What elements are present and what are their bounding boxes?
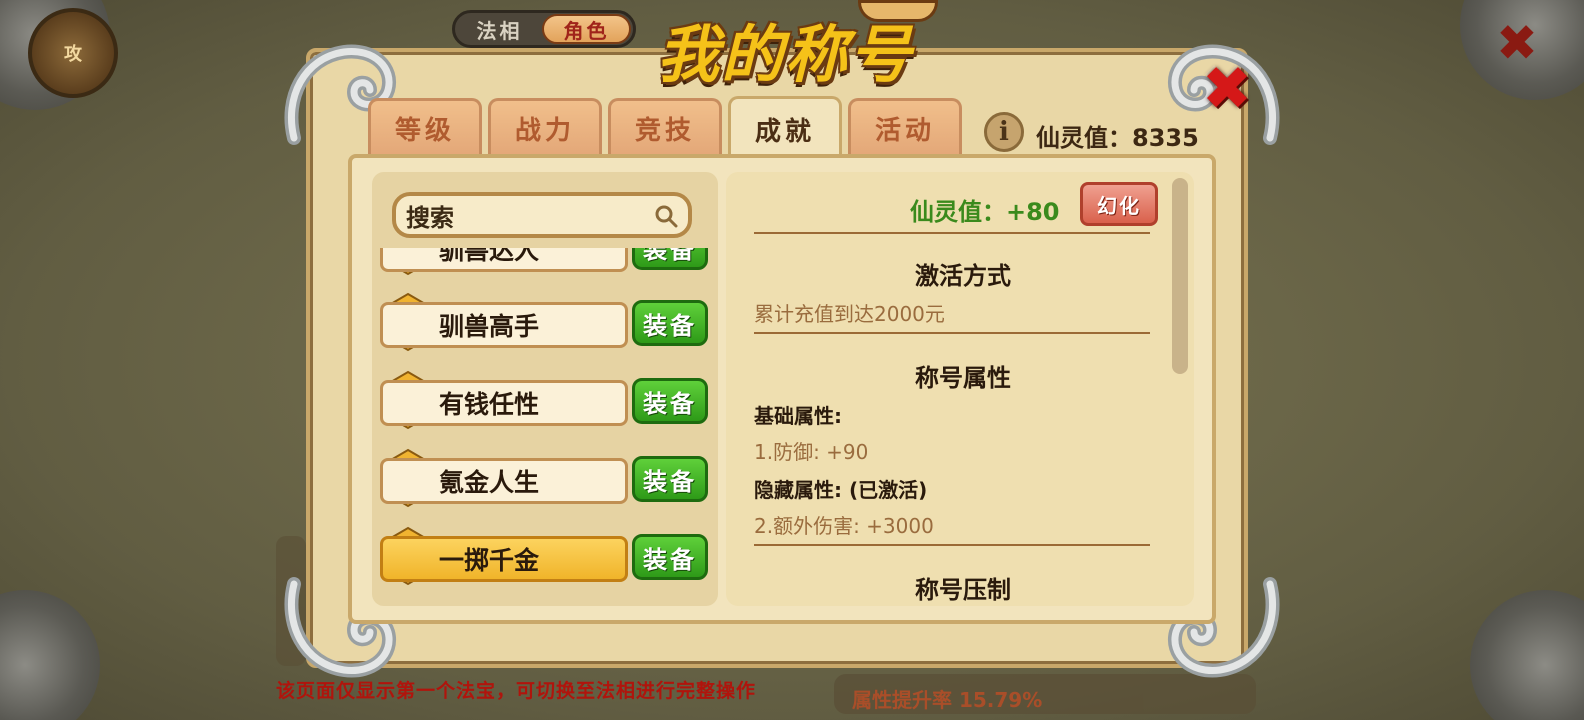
base-attribute-value: 1.防御: +90	[754, 440, 869, 464]
list-item[interactable]: 驯兽高手 装备	[380, 292, 710, 352]
mode-toggle-role[interactable]: 角色	[542, 14, 631, 44]
activation-title: 激活方式	[915, 262, 1011, 290]
hidden-attribute-value: 2.额外伤害: +3000	[754, 514, 934, 538]
divider	[754, 544, 1150, 546]
tab-level[interactable]: 等级	[368, 98, 482, 156]
tab-arena[interactable]: 竞技	[608, 98, 722, 156]
tab-power[interactable]: 战力	[488, 98, 602, 156]
equip-button[interactable]: 装备	[632, 456, 708, 502]
divider	[754, 332, 1150, 334]
search-input[interactable]: 搜索	[392, 192, 692, 238]
base-attribute-label: 基础属性:	[754, 404, 842, 428]
search-icon[interactable]	[654, 204, 678, 228]
divider	[754, 232, 1150, 234]
mode-toggle-faxiang[interactable]: 法相	[457, 14, 542, 44]
close-icon[interactable]: ✖	[1200, 59, 1254, 119]
book-icon-label: 攻	[64, 44, 82, 65]
list-item-selected[interactable]: 一掷千金 装备	[380, 526, 710, 586]
activation-text: 累计充值到达2000元	[754, 302, 945, 326]
title-name: 有钱任性	[380, 380, 628, 426]
equip-button[interactable]: 装备	[632, 300, 708, 346]
book-icon[interactable]: 攻	[28, 8, 118, 98]
tab-achievement[interactable]: 成就	[728, 96, 842, 160]
info-icon[interactable]: i	[984, 112, 1024, 152]
transform-button[interactable]: 幻化	[1080, 182, 1158, 226]
list-item[interactable]: 驯兽达人 装备	[380, 248, 710, 276]
panel-title: 我的称号	[656, 18, 913, 91]
spirit-bonus: 仙灵值：+80	[910, 198, 1060, 226]
title-name: 氪金人生	[380, 458, 628, 504]
hidden-attribute-label: 隐藏属性: (已激活)	[754, 478, 928, 502]
background-stat-text: 属性提升率 15.79%	[852, 688, 1043, 712]
title-name: 一掷千金	[380, 536, 628, 582]
title-name: 驯兽高手	[380, 302, 628, 348]
spirit-total-value: 仙灵值：8335	[1036, 124, 1199, 152]
attribute-title: 称号属性	[915, 364, 1011, 392]
detail-scrollbar[interactable]	[1172, 178, 1188, 374]
mode-toggle: 法相 角色	[452, 10, 636, 48]
background-close-icon[interactable]: ✖	[1494, 18, 1540, 68]
list-item[interactable]: 氪金人生 装备	[380, 448, 710, 508]
title-name: 驯兽达人	[380, 248, 628, 272]
equip-button[interactable]: 装备	[632, 534, 708, 580]
equip-button[interactable]: 装备	[632, 248, 708, 270]
suppression-title: 称号压制	[915, 576, 1011, 604]
search-placeholder: 搜索	[406, 203, 454, 232]
category-tabs: 等级 战力 竞技 成就 活动	[368, 96, 962, 160]
list-item[interactable]: 有钱任性 装备	[380, 370, 710, 430]
tab-event[interactable]: 活动	[848, 98, 962, 156]
equip-button[interactable]: 装备	[632, 378, 708, 424]
title-list: 驯兽达人 装备 驯兽高手 装备 有钱任性 装备 氪金人生 装备 一掷千金 装备	[372, 248, 718, 588]
